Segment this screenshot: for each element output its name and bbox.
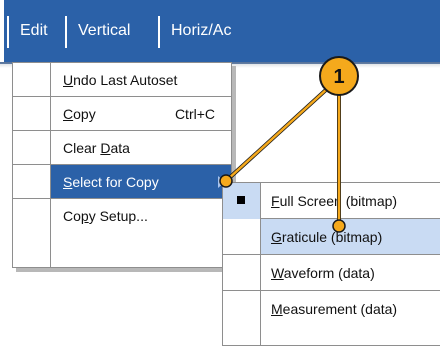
menu-item-clear-data[interactable]: Clear Data bbox=[13, 131, 231, 165]
menu-item-label: Copy bbox=[63, 106, 96, 122]
submenu-item-waveform-data[interactable]: Waveform (data) bbox=[223, 255, 440, 291]
menu-separator bbox=[7, 16, 9, 48]
menu-item-shortcut: Ctrl+C bbox=[174, 106, 215, 122]
menu-item-label: Copy Setup... bbox=[63, 208, 148, 224]
callout-badge: 1 bbox=[319, 56, 359, 96]
menu-item-select-for-copy[interactable]: Select for Copy bbox=[51, 165, 231, 199]
callout-number: 1 bbox=[333, 66, 345, 88]
menu-item-label: Clear Data bbox=[63, 140, 130, 156]
menu-item-copy-setup[interactable]: Copy Setup... bbox=[13, 199, 231, 233]
checked-square-icon bbox=[237, 196, 245, 204]
menu-item-label: Undo Last Autoset bbox=[63, 72, 178, 88]
menu-item-label: Select for Copy bbox=[63, 174, 159, 190]
menu-horiz-acq[interactable]: Horiz/Ac bbox=[171, 20, 440, 42]
submenu-item-full-screen-bitmap[interactable]: Full Screen (bitmap) bbox=[223, 183, 440, 219]
submenu-item-label: Measurement (data) bbox=[271, 301, 398, 317]
menu-item-copy[interactable]: Copy Ctrl+C bbox=[13, 97, 231, 131]
menu-vertical[interactable]: Vertical bbox=[78, 20, 130, 42]
submenu-item-label: Graticule (bitmap) bbox=[271, 229, 383, 245]
menu-edit[interactable]: Edit bbox=[20, 20, 48, 42]
menu-item-undo-last-autoset[interactable]: Undo Last Autoset bbox=[13, 63, 231, 97]
menu-bar: Edit Vertical Horiz/Ac bbox=[0, 0, 440, 64]
select-for-copy-submenu: Full Screen (bitmap) Graticule (bitmap) … bbox=[222, 182, 440, 346]
submenu-item-label: Full Screen (bitmap) bbox=[271, 193, 398, 209]
menu-bar-edge bbox=[0, 0, 4, 62]
stage: Edit Vertical Horiz/Ac Undo Last Autoset… bbox=[0, 0, 440, 346]
menu-separator bbox=[65, 16, 67, 48]
submenu-item-graticule-bitmap[interactable]: Graticule (bitmap) bbox=[261, 219, 440, 255]
check-indicator bbox=[223, 183, 261, 219]
submenu-item-measurement-data[interactable]: Measurement (data) bbox=[223, 291, 440, 327]
submenu-item-label: Waveform (data) bbox=[271, 265, 375, 281]
menu-separator bbox=[158, 16, 160, 48]
edit-dropdown: Undo Last Autoset Copy Ctrl+C Clear Data… bbox=[12, 62, 232, 268]
